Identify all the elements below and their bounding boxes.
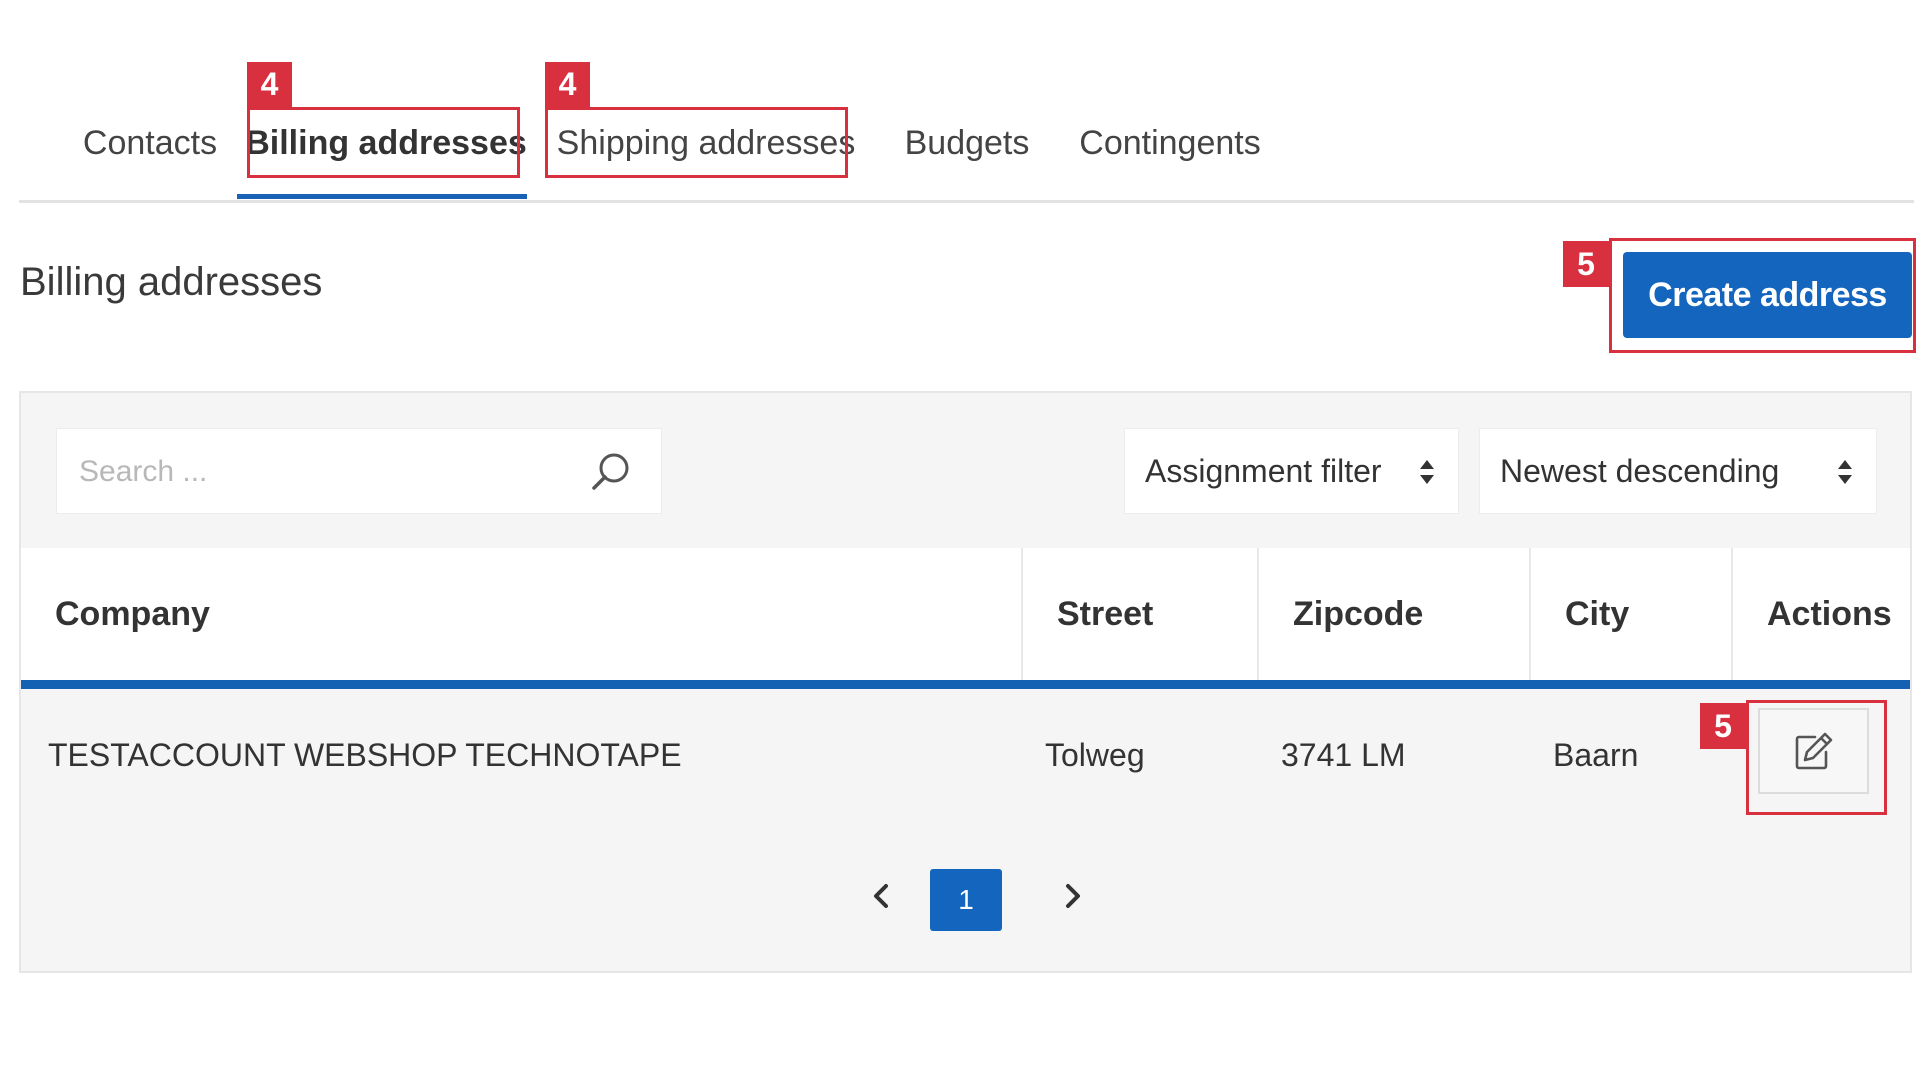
active-tab-indicator: [237, 194, 527, 199]
cell-city: Baarn: [1553, 736, 1639, 773]
tab-bar: Contacts Billing addresses Shipping addr…: [19, 90, 1914, 203]
annotation-number-billing-tab: 4: [247, 62, 292, 107]
page-title: Billing addresses: [20, 260, 323, 304]
column-header-zipcode[interactable]: Zipcode: [1257, 548, 1529, 680]
tab-contacts[interactable]: Contacts: [59, 90, 241, 197]
chevron-left-icon[interactable]: [861, 876, 901, 916]
search-icon[interactable]: [589, 451, 631, 493]
column-header-city[interactable]: City: [1529, 548, 1731, 680]
column-header-street[interactable]: Street: [1021, 548, 1257, 680]
pagination-page-1[interactable]: 1: [930, 869, 1002, 931]
chevron-right-icon[interactable]: [1053, 876, 1093, 916]
sort-select[interactable]: Newest descending: [1479, 428, 1877, 514]
annotation-number-shipping-tab: 4: [545, 62, 590, 107]
cell-street: Tolweg: [1045, 736, 1145, 773]
cell-company: TESTACCOUNT WEBSHOP TECHNOTAPE: [48, 736, 682, 773]
annotation-number-edit-button: 5: [1700, 703, 1746, 749]
cell-zipcode: 3741 LM: [1281, 736, 1406, 773]
search-box: [56, 428, 662, 515]
search-input[interactable]: [77, 429, 561, 515]
edit-address-button[interactable]: [1758, 708, 1869, 794]
sort-value: Newest descending: [1500, 452, 1780, 489]
assignment-filter-value: Assignment filter: [1145, 452, 1382, 489]
column-header-actions: Actions: [1731, 548, 1910, 680]
sort-caret-icon: [1838, 460, 1852, 484]
column-header-company[interactable]: Company: [55, 548, 1035, 680]
sort-caret-icon: [1420, 460, 1434, 484]
addresses-panel: Assignment filter Newest descending Comp…: [19, 391, 1912, 973]
tab-shipping-addresses[interactable]: Shipping addresses: [553, 90, 859, 197]
assignment-filter-select[interactable]: Assignment filter: [1124, 428, 1459, 514]
create-address-button[interactable]: Create address: [1623, 252, 1912, 338]
table-header: Company Street Zipcode City Actions: [21, 548, 1910, 689]
edit-icon: [1795, 732, 1832, 770]
tab-budgets[interactable]: Budgets: [887, 90, 1047, 197]
table-row: TESTACCOUNT WEBSHOP TECHNOTAPE Tolweg 37…: [21, 689, 1910, 821]
annotation-number-create-button: 5: [1563, 241, 1609, 287]
tab-contingents[interactable]: Contingents: [1059, 90, 1281, 197]
